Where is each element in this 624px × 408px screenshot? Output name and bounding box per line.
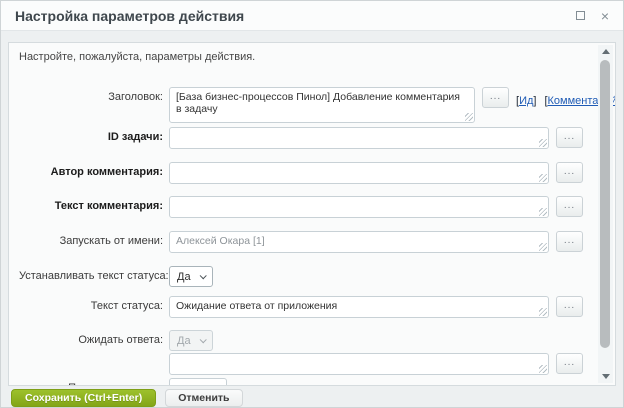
cancel-button[interactable]: Отменить (165, 389, 243, 407)
row-title: Заголовок: [База бизнес-процессов Пинол]… (19, 87, 615, 123)
extra-textarea-wrap (169, 353, 549, 375)
field-label: Текст статуса: (90, 300, 163, 312)
resize-grip-icon[interactable] (539, 308, 547, 316)
resize-grip-icon[interactable] (539, 208, 547, 216)
id-link-group: [Ид] (516, 95, 536, 107)
run-as-textarea-wrap: Алексей Окара [1] (169, 231, 549, 253)
field-area: Да (169, 330, 583, 351)
extra-textarea[interactable] (169, 353, 549, 375)
row-extra: ... (19, 353, 583, 375)
run-as-textarea[interactable]: Алексей Окара [1] (169, 231, 549, 253)
resize-grip-icon[interactable] (465, 113, 473, 121)
author-picker-button[interactable]: ... (556, 162, 583, 183)
run-as-picker-button[interactable]: ... (556, 231, 583, 252)
chevron-down-icon (199, 336, 207, 344)
comment-picker-button[interactable]: ... (556, 196, 583, 217)
intro-text: Настройте, пожалуйста, параметры действи… (19, 51, 256, 63)
row-run-as: Запускать от имени: Алексей Окара [1] ..… (19, 231, 583, 253)
task-id-picker-button[interactable]: ... (556, 127, 583, 148)
status-textarea-wrap: Ожидание ответа от приложения (169, 296, 549, 318)
dialog-body: Настройте, пожалуйста, параметры действи… (1, 31, 623, 386)
arrow-down-icon (601, 374, 610, 379)
row-task-id: ID задачи: ... (19, 127, 583, 149)
resize-grip-icon[interactable] (539, 243, 547, 251)
field-area: Алексей Окара [1] ... (169, 231, 583, 253)
dialog-title: Настройка параметров действия (15, 7, 245, 24)
titlebar-controls: × (575, 9, 609, 23)
row-wait-period: Период ожидания: (19, 378, 583, 385)
field-label (19, 353, 169, 357)
select-value: Да (177, 334, 191, 347)
resize-grip-icon[interactable] (539, 174, 547, 182)
comment-textarea-wrap (169, 196, 549, 218)
extra-picker-button[interactable]: ... (556, 353, 583, 374)
footer: Сохранить (Ctrl+Enter) Отменить (1, 386, 623, 407)
id-link[interactable]: Ид (519, 95, 533, 107)
row-comment-author: Автор комментария: ... (19, 162, 583, 184)
field-area: ... (169, 353, 583, 375)
author-textarea[interactable] (169, 162, 549, 184)
task-id-textarea[interactable] (169, 127, 549, 149)
field-label: Запускать от имени: (59, 235, 163, 247)
arrow-up-icon (601, 49, 610, 54)
wait-answer-select: Да (169, 330, 213, 351)
status-textarea[interactable]: Ожидание ответа от приложения (169, 296, 549, 318)
scrollbar-thumb[interactable] (600, 60, 610, 348)
scroll-down-button[interactable] (598, 370, 613, 383)
field-area: Ожидание ответа от приложения ... (169, 296, 583, 318)
task-id-textarea-wrap (169, 127, 549, 149)
field-label: Автор комментария: (50, 166, 163, 178)
title-textarea[interactable]: [База бизнес-процессов Пинол] Добавление… (169, 87, 475, 123)
select-value: Да (177, 270, 191, 283)
save-button[interactable]: Сохранить (Ctrl+Enter) (11, 389, 157, 407)
field-area: Да (169, 266, 583, 287)
form-content: Настройте, пожалуйста, параметры действи… (9, 43, 615, 385)
field-area: [База бизнес-процессов Пинол] Добавление… (169, 87, 615, 123)
bracket: ] (533, 95, 537, 107)
form-panel: Настройте, пожалуйста, параметры действи… (8, 42, 616, 386)
chevron-down-icon (199, 272, 207, 280)
title-picker-button[interactable]: ... (482, 87, 509, 108)
field-area (169, 378, 583, 385)
field-label: Ожидать ответа: (78, 334, 163, 346)
wait-period-input[interactable] (169, 378, 227, 385)
field-label: ID задачи: (107, 131, 163, 143)
vertical-scrollbar[interactable] (598, 45, 613, 383)
resize-grip-icon[interactable] (539, 139, 547, 147)
field-label: Период ожидания: (19, 378, 169, 385)
row-set-status-text: Устанавливать текст статуса: Да (19, 266, 583, 287)
field-area: ... (169, 162, 583, 184)
field-label: Устанавливать текст статуса: (19, 270, 169, 282)
action-params-dialog: Настройка параметров действия × Настройт… (0, 0, 624, 408)
close-icon[interactable]: × (601, 9, 609, 23)
field-label: Текст комментария: (54, 200, 163, 212)
set-status-select[interactable]: Да (169, 266, 213, 287)
row-comment-text: Текст комментария: ... (19, 196, 583, 218)
resize-grip-icon[interactable] (539, 365, 547, 373)
scroll-up-button[interactable] (598, 45, 613, 58)
titlebar: Настройка параметров действия × (1, 1, 623, 31)
field-label: Заголовок: (108, 91, 163, 103)
field-area: ... (169, 127, 583, 149)
field-area: ... (169, 196, 583, 218)
maximize-icon[interactable] (575, 11, 585, 20)
status-picker-button[interactable]: ... (556, 296, 583, 317)
author-textarea-wrap (169, 162, 549, 184)
title-textarea-wrap: [База бизнес-процессов Пинол] Добавление… (169, 87, 475, 123)
row-status-text: Текст статуса: Ожидание ответа от прилож… (19, 296, 583, 318)
row-wait-answer: Ожидать ответа: Да (19, 330, 583, 351)
comment-textarea[interactable] (169, 196, 549, 218)
